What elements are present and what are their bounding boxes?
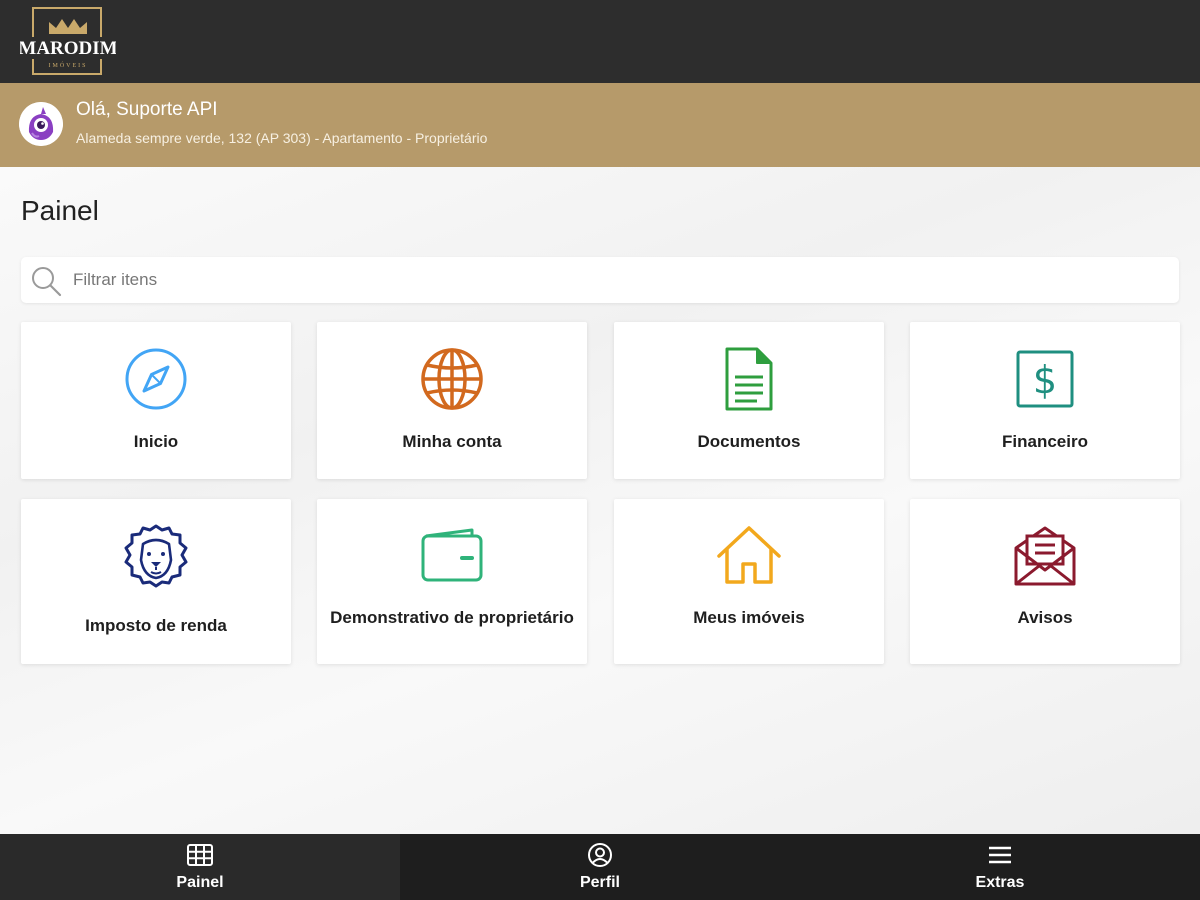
card-label: Inicio	[133, 432, 179, 451]
svg-text:MARODIM: MARODIM	[20, 38, 116, 59]
card-demonstrativo-de-proprietario[interactable]: Demonstrativo de proprietário	[317, 499, 587, 664]
svg-text:$: $	[1033, 358, 1057, 402]
card-label: Financeiro	[1002, 432, 1088, 451]
search-box	[21, 257, 1179, 303]
card-financeiro[interactable]: $ Financeiro	[910, 322, 1180, 479]
nav-painel[interactable]: Painel	[0, 834, 400, 900]
lion-icon	[124, 524, 188, 588]
card-minha-conta[interactable]: Minha conta	[317, 322, 587, 479]
card-label: Documentos	[697, 432, 801, 451]
avatar[interactable]	[19, 102, 63, 146]
card-meus-imoveis[interactable]: Meus imóveis	[614, 499, 884, 664]
nav-label: Extras	[975, 874, 1025, 891]
grid-icon	[187, 844, 213, 866]
document-icon	[725, 347, 773, 411]
user-circle-icon	[588, 843, 612, 867]
card-label: Demonstrativo de proprietário	[330, 608, 574, 627]
card-label: Avisos	[1017, 608, 1073, 627]
globe-icon	[421, 348, 483, 410]
house-icon	[717, 526, 781, 584]
avatar-icon	[19, 102, 63, 146]
compass-icon	[125, 348, 187, 410]
marodim-logo: MARODIM IMÓVEIS	[20, 7, 116, 75]
menu-icon	[989, 846, 1011, 864]
nav-perfil[interactable]: Perfil	[400, 834, 800, 900]
page-title: Painel	[21, 195, 99, 226]
svg-text:IMÓVEIS: IMÓVEIS	[49, 61, 88, 69]
nav-label: Painel	[176, 874, 224, 891]
user-greeting: Olá, Suporte API	[76, 99, 218, 120]
card-label: Imposto de renda	[85, 616, 227, 635]
card-label: Minha conta	[402, 432, 502, 451]
card-avisos[interactable]: Avisos	[910, 499, 1180, 664]
user-address: Alameda sempre verde, 132 (AP 303) - Apa…	[76, 130, 488, 146]
card-imposto-de-renda[interactable]: Imposto de renda	[21, 499, 291, 664]
card-documentos[interactable]: Documentos	[614, 322, 884, 479]
search-icon	[32, 267, 62, 297]
search-input[interactable]	[73, 257, 1163, 303]
nav-extras[interactable]: Extras	[800, 834, 1200, 900]
user-banner	[0, 83, 1200, 167]
bottom-nav: Painel Perfil Extras	[0, 834, 1200, 900]
dollar-icon: $	[1016, 350, 1074, 408]
card-inicio[interactable]: Inicio	[21, 322, 291, 479]
wallet-icon	[421, 528, 483, 582]
top-bar: MARODIM IMÓVEIS	[0, 0, 1200, 83]
mail-icon	[1014, 526, 1076, 586]
nav-label: Perfil	[579, 874, 620, 891]
card-label: Meus imóveis	[693, 608, 805, 627]
